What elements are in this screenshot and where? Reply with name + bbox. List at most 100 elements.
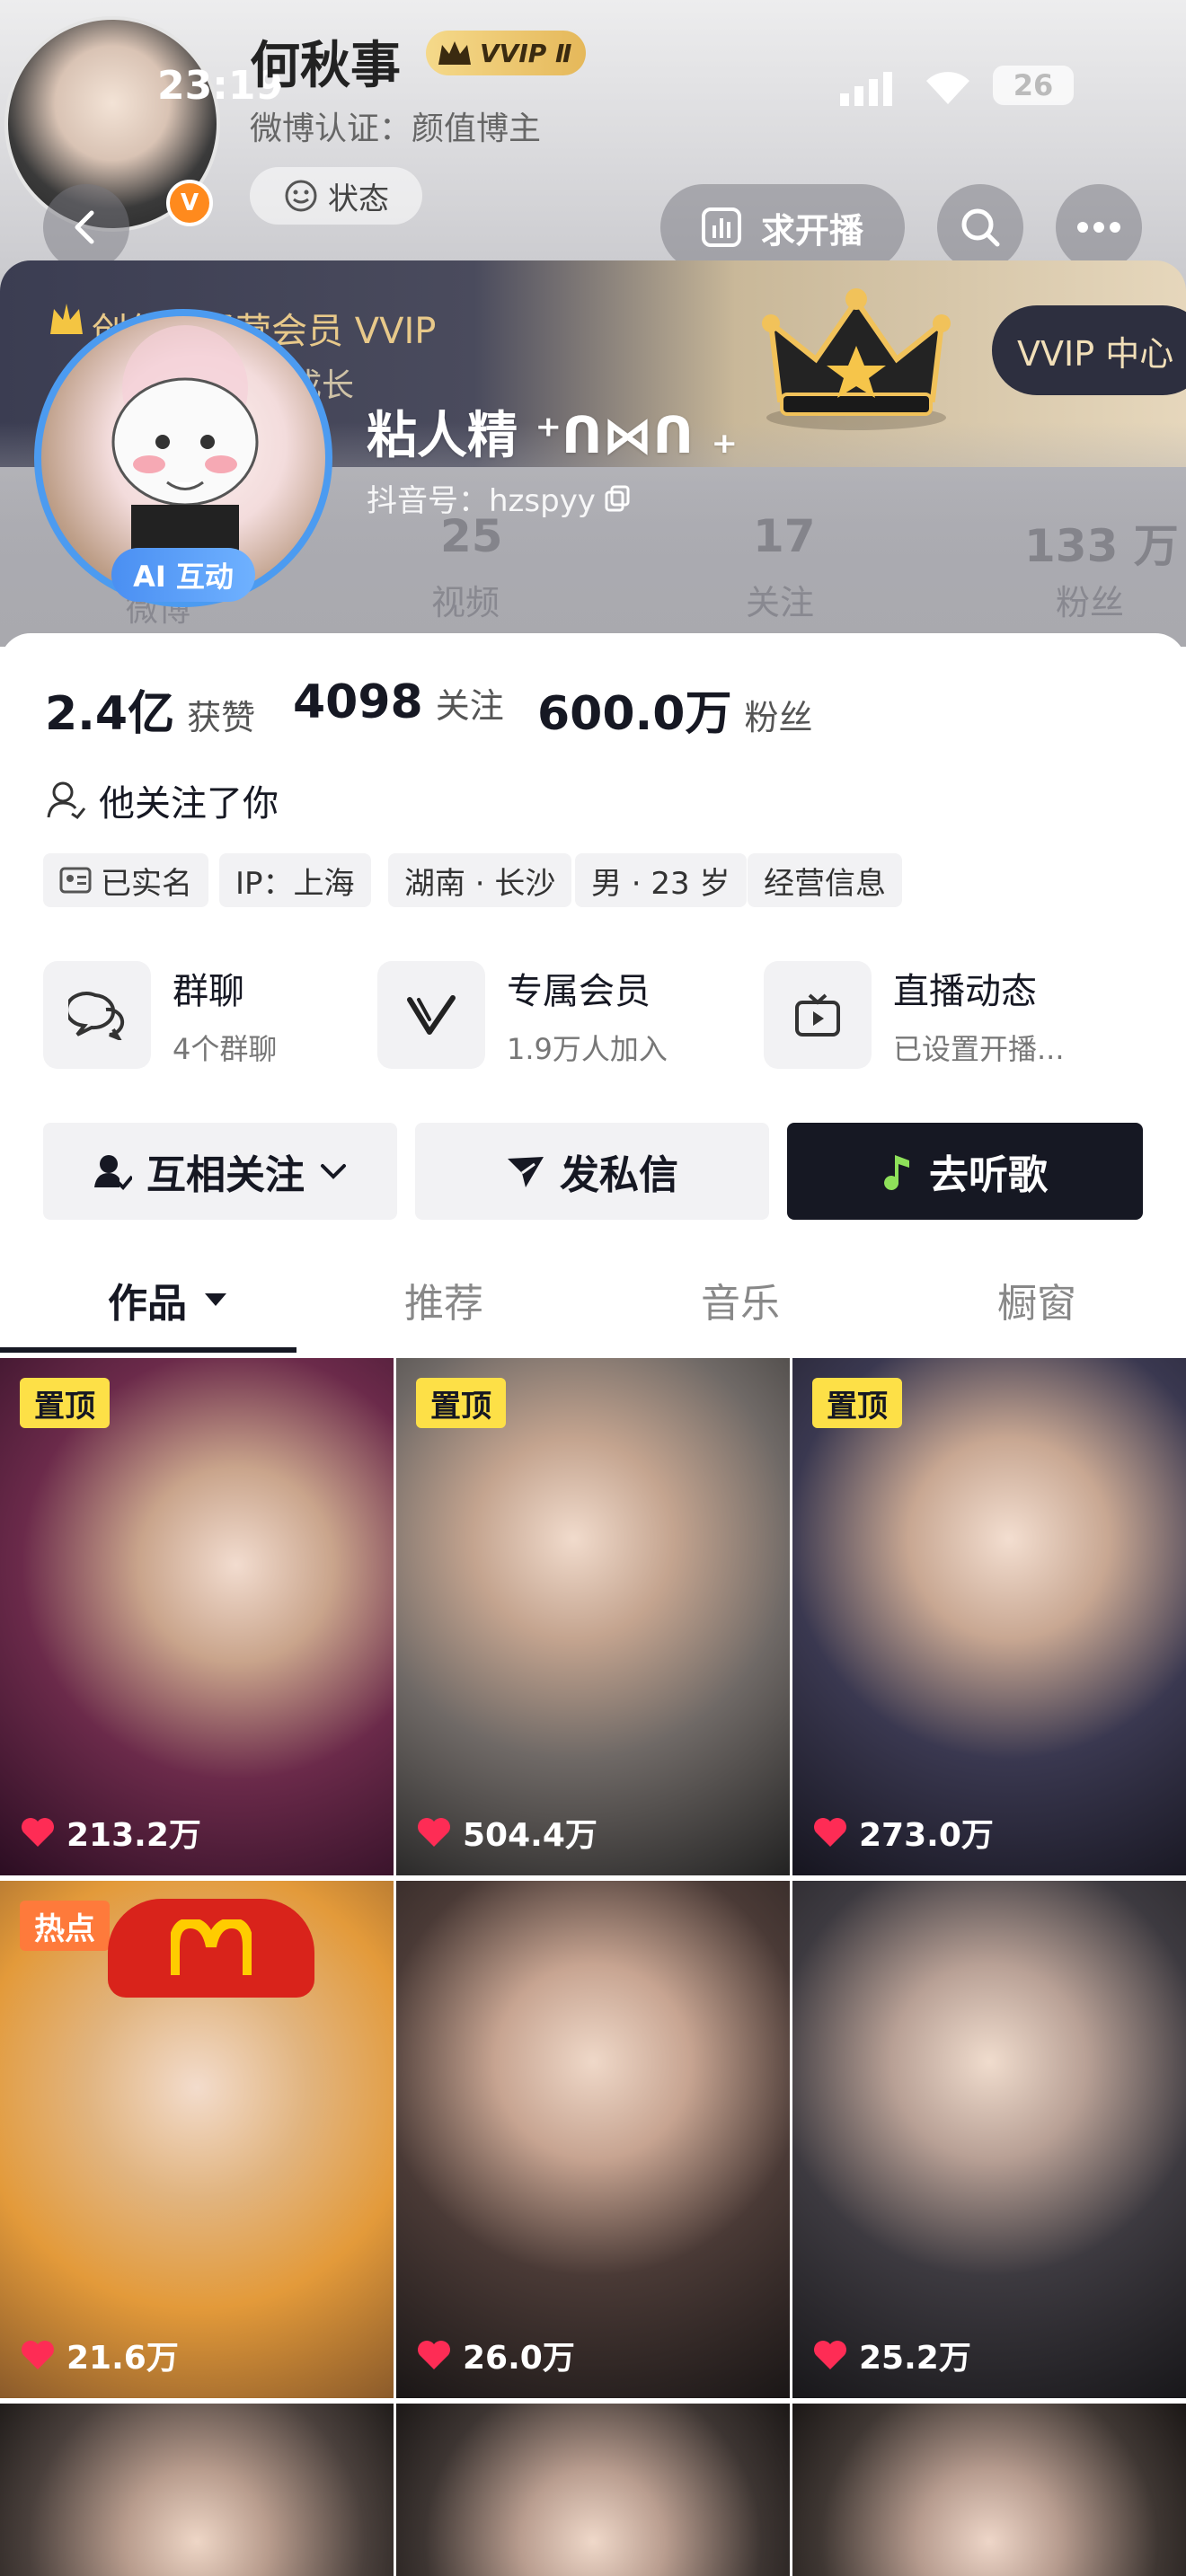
chevron-down-icon <box>321 1164 346 1179</box>
video-likes: 504.4万 <box>416 1809 597 1856</box>
id-card-icon <box>59 867 92 894</box>
stat-fans-value: 600.0万 <box>537 687 732 741</box>
back-arrow-icon <box>75 210 94 244</box>
more-button[interactable] <box>1056 184 1142 270</box>
search-icon <box>961 208 1000 247</box>
status-button[interactable]: 状态 <box>250 167 422 225</box>
video-likes: 273.0万 <box>812 1809 994 1856</box>
more-icon <box>1077 222 1120 233</box>
video-likes-count: 213.2万 <box>66 1817 201 1854</box>
vvip-badge[interactable]: VVIP Ⅱ <box>426 31 587 75</box>
tag-ip: IP：上海 <box>219 853 371 907</box>
faded-stat-fans-label: 粉丝 <box>1056 583 1125 622</box>
video-thumbnail[interactable] <box>792 2404 1186 2576</box>
video-thumbnail[interactable] <box>0 2404 394 2576</box>
feature-live-title: 直播动态 <box>893 971 1037 1012</box>
listen-music-label: 去听歌 <box>929 1152 1048 1198</box>
stat-fans-label: 粉丝 <box>744 698 813 737</box>
douyin-id: 抖音号：hzspyy <box>367 483 596 519</box>
tv-icon <box>795 993 840 1037</box>
chart-bars-icon <box>701 207 741 247</box>
feature-member-sub: 1.9万人加入 <box>507 1032 668 1066</box>
search-button[interactable] <box>937 184 1023 270</box>
video-likes-count: 25.2万 <box>859 2340 971 2377</box>
ai-interact-badge[interactable]: AI 互动 <box>111 548 255 602</box>
video-thumbnail[interactable]: 热点 21.6万 <box>0 1881 394 2398</box>
music-note-icon <box>884 1155 909 1190</box>
heart-icon <box>814 2341 846 2369</box>
feature-group-chat[interactable]: 群聊 4个群聊 <box>43 961 277 1069</box>
v-member-icon <box>407 995 456 1035</box>
pinned-badge: 置顶 <box>20 1378 110 1428</box>
request-live-button[interactable]: 求开播 <box>660 184 905 270</box>
send-icon <box>508 1157 544 1187</box>
verified-icon: V <box>166 180 213 226</box>
tag-verified[interactable]: 已实名 <box>43 853 208 907</box>
stat-fans[interactable]: 600.0万 粉丝 <box>537 675 813 743</box>
add-status-icon <box>285 180 317 212</box>
stat-following[interactable]: 4098 关注 <box>293 675 504 729</box>
douyin-id-row[interactable]: 抖音号：hzspyy <box>367 476 632 520</box>
feature-live[interactable]: 直播动态 已设置开播... <box>764 961 1065 1069</box>
pinned-badge: 置顶 <box>416 1378 506 1428</box>
heart-icon <box>22 2341 54 2369</box>
tab-recommend[interactable]: 推荐 <box>404 1271 483 1328</box>
tag-verified-label: 已实名 <box>101 865 192 902</box>
video-thumbnail[interactable]: 置顶 273.0万 <box>792 1358 1186 1875</box>
tag-business-info[interactable]: 经营信息 <box>748 853 902 907</box>
heart-icon <box>418 2341 450 2369</box>
video-thumbnail[interactable]: 置顶 504.4万 <box>396 1358 790 1875</box>
faded-stat-following-value: 17 <box>753 510 816 562</box>
signal-icon <box>840 70 898 110</box>
stat-likes-value: 2.4亿 <box>45 687 175 741</box>
golden-arches-icon <box>171 1919 252 1975</box>
tag-location: 湖南 · 长沙 <box>388 853 572 907</box>
tag-gender-age: 男 · 23 岁 <box>575 853 747 907</box>
listen-music-button[interactable]: 去听歌 <box>787 1123 1143 1220</box>
video-thumbnail[interactable]: 25.2万 <box>792 1881 1186 2398</box>
display-name: 粘人精 ⁺ᑎ⋈ᑎ ₊ <box>367 407 739 465</box>
follows-you-row: 他关注了你 <box>45 774 279 826</box>
red-cap-sticker <box>108 1899 314 1998</box>
crown-icon <box>438 41 471 65</box>
video-thumbnail[interactable] <box>396 2404 790 2576</box>
vvip-crown-icon <box>762 283 951 439</box>
feature-live-sub: 已设置开播... <box>893 1032 1065 1066</box>
request-live-label: 求开播 <box>760 210 863 251</box>
mutual-follow-button[interactable]: 互相关注 <box>43 1123 397 1220</box>
video-likes-count: 273.0万 <box>859 1817 994 1854</box>
video-likes: 25.2万 <box>812 2332 971 2378</box>
pinned-badge: 置顶 <box>812 1378 902 1428</box>
heart-icon <box>418 1818 450 1847</box>
video-likes: 213.2万 <box>20 1809 201 1856</box>
video-thumbnail[interactable]: 置顶 213.2万 <box>0 1358 394 1875</box>
mutual-follow-label: 互相关注 <box>146 1152 305 1198</box>
tab-showcase[interactable]: 橱窗 <box>997 1271 1076 1328</box>
feature-member[interactable]: 专属会员 1.9万人加入 <box>377 961 668 1069</box>
faded-stat-fans-value: 133 万 <box>1024 520 1179 572</box>
feature-group-chat-title: 群聊 <box>173 971 244 1012</box>
heart-icon <box>22 1818 54 1847</box>
person-icon <box>47 781 86 820</box>
tab-works[interactable]: 作品 <box>108 1271 228 1328</box>
feature-group-chat-icon-box <box>43 961 151 1069</box>
follows-you-text: 他关注了你 <box>99 783 279 825</box>
stat-likes: 2.4亿 获赞 <box>45 675 255 743</box>
tab-music[interactable]: 音乐 <box>701 1271 780 1328</box>
tab-works-indicator <box>0 1347 296 1353</box>
feature-group-chat-sub: 4个群聊 <box>173 1032 278 1066</box>
video-thumbnail[interactable]: 26.0万 <box>396 1881 790 2398</box>
message-label: 发私信 <box>560 1152 678 1198</box>
mutual-follow-icon <box>94 1155 132 1190</box>
stat-likes-label: 获赞 <box>187 698 256 737</box>
stat-following-value: 4098 <box>293 675 423 729</box>
vvip-center-button[interactable]: VVIP 中心 <box>992 305 1186 395</box>
faded-stat-following-label: 关注 <box>746 583 815 622</box>
back-button[interactable] <box>43 184 129 270</box>
verification-text: 微博认证：颜值博主 <box>250 110 542 147</box>
video-likes: 26.0万 <box>416 2332 575 2378</box>
video-likes-count: 504.4万 <box>463 1817 597 1854</box>
message-button[interactable]: 发私信 <box>415 1123 769 1220</box>
gold-crown-small-icon <box>47 300 86 343</box>
copy-icon[interactable] <box>605 485 632 512</box>
